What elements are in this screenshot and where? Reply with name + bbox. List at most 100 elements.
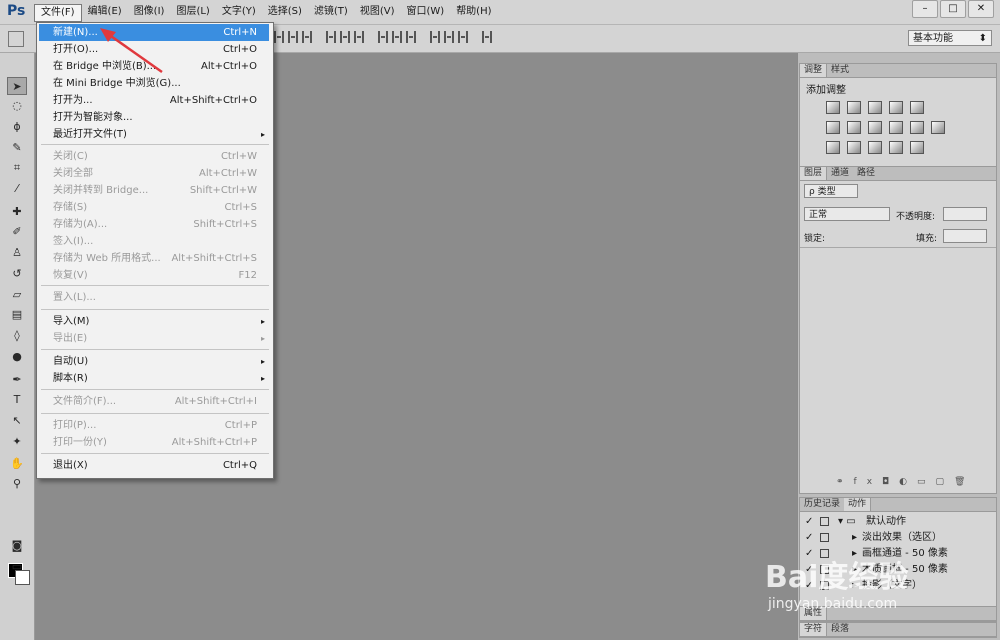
quick-select-tool-icon[interactable]: ✎ xyxy=(7,139,27,157)
threshold-icon[interactable] xyxy=(868,141,882,154)
distribute-top-icon[interactable] xyxy=(378,31,388,43)
menu-layer[interactable]: 图层(L) xyxy=(170,4,215,20)
marquee-tool-icon[interactable]: ◌ xyxy=(7,97,27,115)
distribute-right-icon[interactable] xyxy=(458,31,468,43)
align-vcenter-icon[interactable] xyxy=(288,31,298,43)
menu-item-recent-files[interactable]: 最近打开文件(T) ▸ xyxy=(39,126,269,143)
blur-tool-icon[interactable]: ◊ xyxy=(7,327,27,345)
tab-paths[interactable]: 路径 xyxy=(853,167,879,180)
menu-filter[interactable]: 滤镜(T) xyxy=(308,4,354,20)
align-hcenter-icon[interactable] xyxy=(340,31,350,43)
eyedropper-tool-icon[interactable]: ⁄ xyxy=(7,180,27,198)
tab-actions[interactable]: 动作 xyxy=(844,498,872,511)
workspace-select[interactable]: 基本功能 ⬍ xyxy=(908,30,992,46)
clone-stamp-tool-icon[interactable]: ♙ xyxy=(7,244,27,262)
auto-align-icon[interactable] xyxy=(482,31,492,43)
close-button[interactable]: ✕ xyxy=(968,0,994,18)
eraser-tool-icon[interactable]: ▱ xyxy=(7,286,27,304)
tab-channels[interactable]: 通道 xyxy=(827,167,853,180)
menu-item-open[interactable]: 打开(O)... Ctrl+O xyxy=(39,41,269,58)
screen-mode-icon[interactable]: ▭ xyxy=(7,558,27,576)
align-bottom-icon[interactable] xyxy=(302,31,312,43)
action-row[interactable]: ✓ ▸ 淡出效果（选区） xyxy=(800,530,990,545)
action-row[interactable]: ✓ ▾ ▭ 默认动作 xyxy=(800,514,990,529)
black-white-icon[interactable] xyxy=(868,121,882,134)
align-top-icon[interactable] xyxy=(274,31,284,43)
menu-edit[interactable]: 编辑(E) xyxy=(82,4,128,20)
invert-icon[interactable] xyxy=(826,141,840,154)
expand-icon[interactable]: ▾ ▭ xyxy=(838,514,856,529)
posterize-icon[interactable] xyxy=(847,141,861,154)
color-balance-icon[interactable] xyxy=(847,121,861,134)
menu-window[interactable]: 窗口(W) xyxy=(400,4,450,20)
opacity-field[interactable] xyxy=(943,207,987,221)
check-icon[interactable]: ✓ xyxy=(805,530,813,545)
type-tool-icon[interactable]: T xyxy=(7,391,27,409)
path-select-tool-icon[interactable]: ↖ xyxy=(7,412,27,430)
menu-item-exit[interactable]: 退出(X) Ctrl+Q xyxy=(39,457,269,474)
tab-history[interactable]: 历史记录 xyxy=(800,498,844,511)
tab-character[interactable]: 字符 xyxy=(800,623,828,636)
align-left-icon[interactable] xyxy=(326,31,336,43)
menu-item-automate[interactable]: 自动(U) ▸ xyxy=(39,353,269,370)
check-icon[interactable]: ✓ xyxy=(805,514,813,529)
menu-view[interactable]: 视图(V) xyxy=(354,4,401,20)
distribute-vcenter-icon[interactable] xyxy=(392,31,402,43)
layer-footer-icons[interactable]: ⚭fx◘◐▭▢🗑 xyxy=(836,477,975,487)
dialog-toggle[interactable] xyxy=(820,533,829,542)
pen-tool-icon[interactable]: ✒ xyxy=(7,371,27,389)
exposure-icon[interactable] xyxy=(889,101,903,114)
gradient-map-icon[interactable] xyxy=(889,141,903,154)
crop-tool-icon[interactable]: ⌗ xyxy=(7,159,27,177)
menu-item-browse-mini-bridge[interactable]: 在 Mini Bridge 中浏览(G)... xyxy=(39,75,269,92)
fill-field[interactable] xyxy=(943,229,987,243)
tab-styles[interactable]: 样式 xyxy=(827,64,853,77)
layer-kind-filter[interactable]: ρ 类型 xyxy=(804,184,858,198)
menu-item-open-smart-object[interactable]: 打开为智能对象... xyxy=(39,109,269,126)
photo-filter-icon[interactable] xyxy=(889,121,903,134)
hand-tool-icon[interactable]: ✋ xyxy=(7,455,27,473)
menu-separator xyxy=(41,309,269,310)
history-brush-tool-icon[interactable]: ↺ xyxy=(7,265,27,283)
hue-saturation-icon[interactable] xyxy=(826,121,840,134)
dodge-tool-icon[interactable]: ● xyxy=(7,348,27,366)
tab-adjustments[interactable]: 调整 xyxy=(800,64,828,77)
tab-paragraph[interactable]: 段落 xyxy=(827,623,853,636)
menu-item-new[interactable]: 新建(N)... Ctrl+N xyxy=(39,24,269,41)
distribute-left-icon[interactable] xyxy=(430,31,440,43)
shape-tool-icon[interactable]: ✦ xyxy=(7,433,27,451)
brightness-contrast-icon[interactable] xyxy=(826,101,840,114)
gradient-tool-icon[interactable]: ▤ xyxy=(7,306,27,324)
menu-item-browse-bridge[interactable]: 在 Bridge 中浏览(B)... Alt+Ctrl+O xyxy=(39,58,269,75)
move-tool-icon[interactable]: ➤ xyxy=(7,77,27,95)
blend-mode-select[interactable]: 正常 xyxy=(804,207,890,221)
menu-select[interactable]: 选择(S) xyxy=(262,4,308,20)
vibrance-icon[interactable] xyxy=(910,101,924,114)
selective-color-icon[interactable] xyxy=(910,141,924,154)
menu-item-scripts[interactable]: 脚本(R) ▸ xyxy=(39,370,269,387)
minimize-button[interactable]: – xyxy=(912,0,938,18)
brush-tool-icon[interactable]: ✐ xyxy=(7,223,27,241)
distribute-hcenter-icon[interactable] xyxy=(444,31,454,43)
healing-brush-tool-icon[interactable]: ✚ xyxy=(7,203,27,221)
menu-item-import[interactable]: 导入(M) ▸ xyxy=(39,313,269,330)
menu-image[interactable]: 图像(I) xyxy=(128,4,171,20)
color-lookup-icon[interactable] xyxy=(931,121,945,134)
move-tool-preset-icon[interactable] xyxy=(8,31,24,47)
menu-help[interactable]: 帮助(H) xyxy=(450,4,497,20)
dialog-toggle[interactable] xyxy=(820,517,829,526)
menu-type[interactable]: 文字(Y) xyxy=(216,4,262,20)
curves-icon[interactable] xyxy=(868,101,882,114)
menu-item-open-as[interactable]: 打开为... Alt+Shift+Ctrl+O xyxy=(39,92,269,109)
zoom-tool-icon[interactable]: ⚲ xyxy=(7,475,27,493)
channel-mixer-icon[interactable] xyxy=(910,121,924,134)
lasso-tool-icon[interactable]: ϕ xyxy=(7,118,27,136)
menu-file[interactable]: 文件(F) xyxy=(34,4,82,22)
tab-layers[interactable]: 图层 xyxy=(800,167,828,180)
expand-icon[interactable]: ▸ xyxy=(852,530,857,545)
distribute-bottom-icon[interactable] xyxy=(406,31,416,43)
align-right-icon[interactable] xyxy=(354,31,364,43)
quick-mask-icon[interactable]: ◙ xyxy=(7,537,27,555)
levels-icon[interactable] xyxy=(847,101,861,114)
restore-button[interactable]: □ xyxy=(940,0,966,18)
